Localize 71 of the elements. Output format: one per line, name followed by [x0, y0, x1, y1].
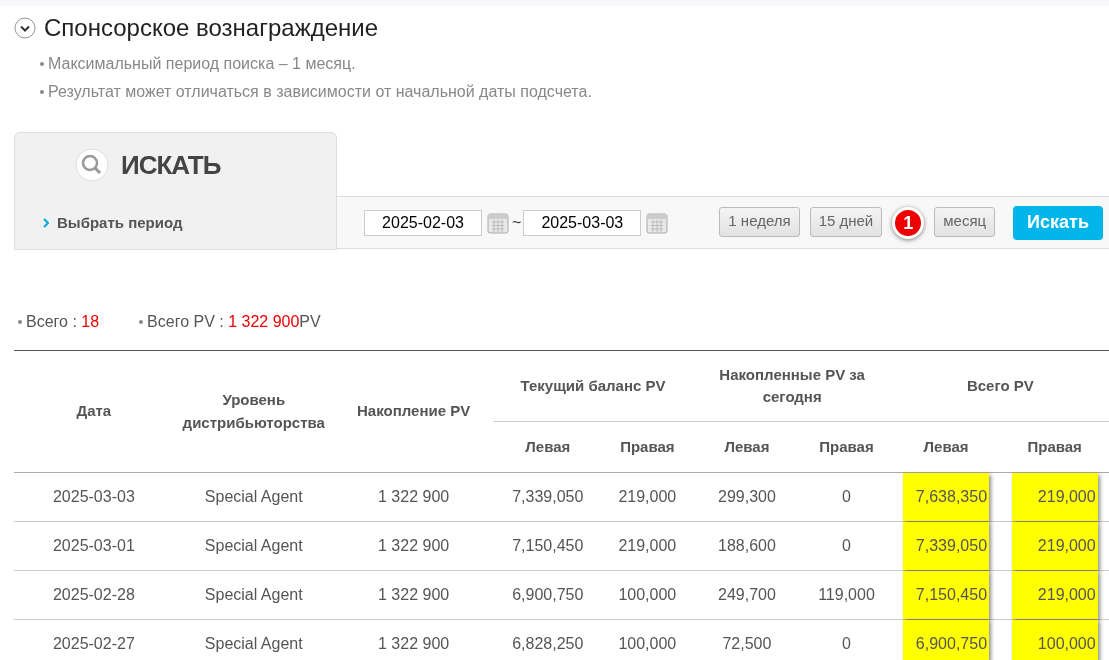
table-cell: 219,000: [602, 521, 693, 571]
table-cell: 1 322 900: [333, 521, 494, 571]
date-to-field[interactable]: 2025-03-03: [523, 209, 642, 236]
collapse-toggle-icon[interactable]: [14, 17, 36, 39]
column-header: Уровень дистрибьюторства: [173, 350, 334, 473]
highlighted-cell: 219,000: [1011, 473, 1098, 521]
period-preset-button[interactable]: 15 дней: [809, 206, 883, 237]
highlighted-cell: 7,339,050: [903, 522, 990, 570]
section-title: Спонсорское вознаграждение: [44, 13, 379, 43]
table-cell: 1 322 900: [333, 472, 494, 522]
table-cell: 188,600: [692, 521, 802, 571]
note-text: Максимальный период поиска – 1 месяц.: [48, 54, 356, 74]
table-cell: 2025-02-27: [14, 619, 174, 660]
range-separator: ~: [512, 212, 522, 233]
bullet-icon: [18, 320, 22, 324]
table-cell: Special Agent: [173, 472, 334, 522]
highlighted-cell: 7,638,350: [903, 473, 990, 521]
column-header: Текущий баланс PV: [493, 350, 693, 422]
table-cell: 1 322 900: [333, 570, 494, 620]
highlighted-cell: 100,000: [1011, 620, 1098, 660]
calendar-icon[interactable]: [645, 210, 670, 235]
column-header: Накопление PV: [333, 350, 494, 473]
column-header: Правая: [801, 421, 892, 473]
column-header: Дата: [14, 350, 174, 473]
table-cell: 6,828,250: [493, 619, 603, 660]
calendar-icon[interactable]: [486, 210, 510, 235]
highlighted-cell: 6,900,750: [903, 620, 990, 660]
table-cell: 119,000: [801, 570, 892, 620]
table-cell: 2025-03-03: [14, 472, 174, 522]
table-cell: 1 322 900: [333, 619, 494, 660]
column-header: Левая: [493, 421, 603, 473]
period-label: Выбрать период: [57, 212, 183, 233]
column-header: Левая: [891, 421, 1001, 473]
table-cell: 0: [801, 619, 892, 660]
column-header: Правая: [602, 421, 693, 473]
bullet-icon: [40, 90, 44, 94]
table-cell: 6,900,750: [493, 570, 603, 620]
table-cell: 100,000: [602, 570, 693, 620]
column-header: Всего PV: [891, 350, 1109, 422]
callout-badge: 1: [892, 206, 925, 239]
table-cell: 72,500: [692, 619, 802, 660]
table-cell: 2025-02-28: [14, 570, 174, 620]
table-cell: 0: [801, 472, 892, 522]
table-cell: 299,300: [692, 472, 802, 522]
period-preset-button[interactable]: месяц: [934, 206, 996, 237]
search-tab-label: ИСКАТЬ: [121, 148, 221, 182]
table-cell: 0: [801, 521, 892, 571]
table-cell: 7,150,450: [493, 521, 603, 571]
summary-text: Всего : 18: [26, 312, 100, 332]
bullet-icon: [40, 62, 44, 66]
note-text: Результат может отличаться в зависимости от начальной даты подсчета.: [48, 82, 592, 102]
period-preset-button[interactable]: 1 неделя: [719, 206, 800, 237]
table-cell: 100,000: [602, 619, 693, 660]
column-header: Правая: [1000, 421, 1109, 473]
table-cell: Special Agent: [173, 619, 334, 660]
table-cell: 2025-03-01: [14, 521, 174, 571]
summary-text: Всего PV : 1 322 900PV: [147, 312, 321, 332]
chevron-icon: [43, 218, 49, 228]
bullet-icon: [139, 320, 144, 324]
column-header: Левая: [692, 421, 802, 473]
search-icon: [75, 148, 109, 182]
table-cell: Special Agent: [173, 570, 334, 620]
highlighted-cell: 219,000: [1011, 522, 1098, 570]
highlighted-cell: 7,150,450: [903, 571, 990, 619]
highlighted-cell: 219,000: [1011, 571, 1098, 619]
table-cell: 7,339,050: [493, 472, 603, 522]
table-cell: Special Agent: [173, 521, 334, 571]
column-header: Накопленные PV за сегодня: [692, 350, 892, 422]
table-cell: 249,700: [692, 570, 802, 620]
table-cell: 219,000: [602, 472, 693, 522]
date-from-field[interactable]: 2025-02-03: [364, 209, 482, 236]
